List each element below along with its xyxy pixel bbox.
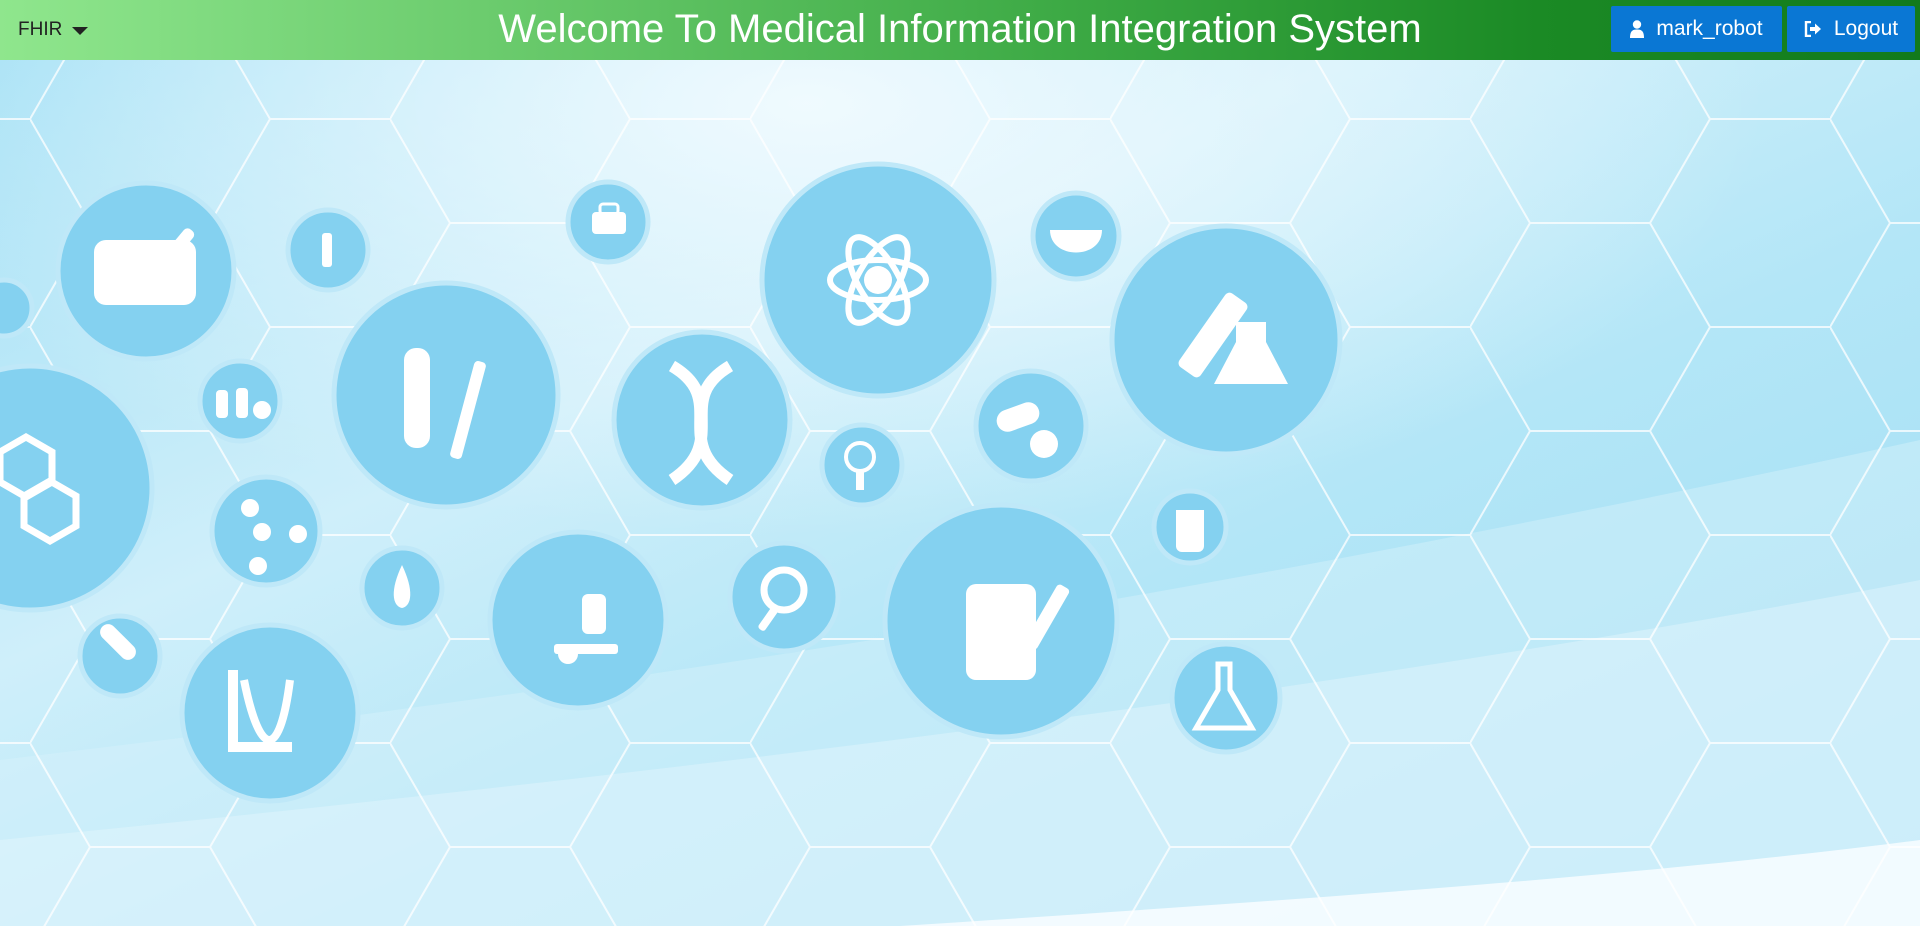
sign-out-icon (1804, 21, 1821, 37)
logout-button[interactable]: Logout (1787, 6, 1915, 52)
chevron-down-icon (72, 27, 89, 35)
user-button[interactable]: mark_robot (1611, 6, 1782, 52)
user-name-label: mark_robot (1656, 17, 1763, 40)
medical-background-illustration (0, 60, 1920, 926)
fhir-menu-dropdown[interactable]: FHIR (18, 16, 89, 44)
user-icon (1630, 20, 1645, 38)
menu-label: FHIR (18, 19, 63, 40)
top-navbar: FHIR Welcome To Medical Information Inte… (0, 0, 1920, 60)
logout-label: Logout (1833, 17, 1899, 40)
